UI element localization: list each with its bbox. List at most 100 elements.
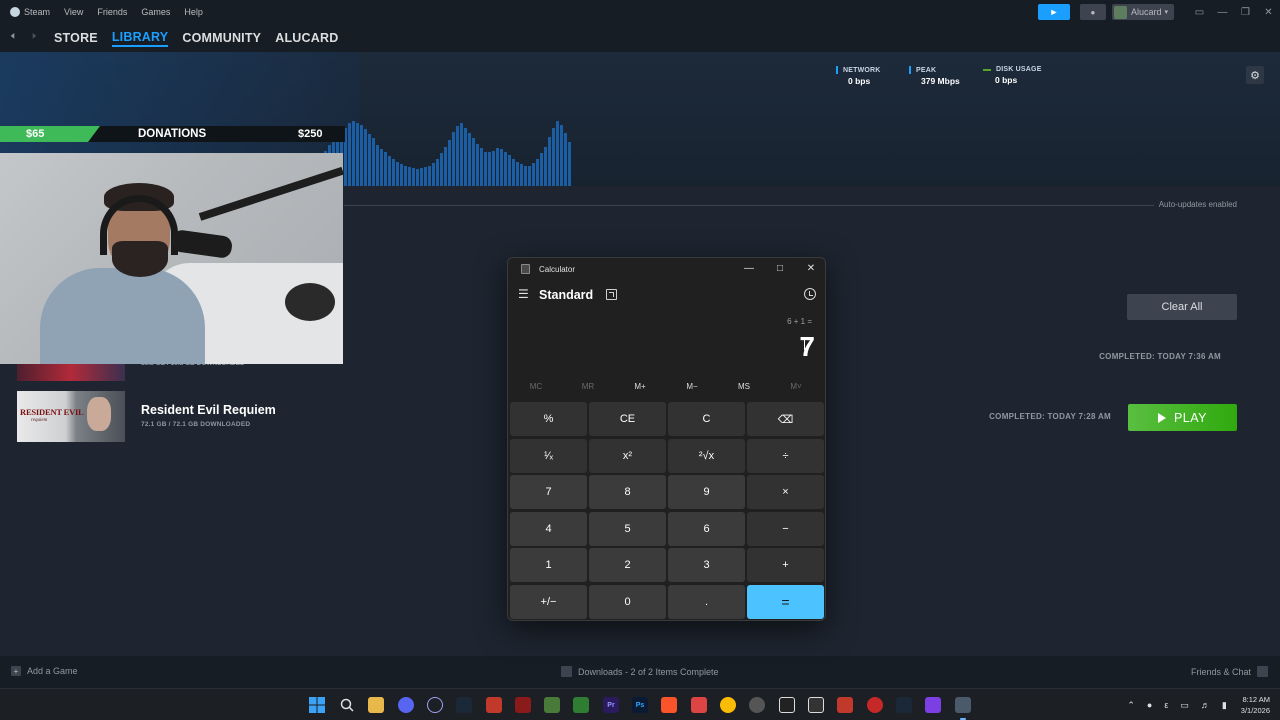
microphone-icon[interactable]: ● xyxy=(1147,700,1152,710)
keep-on-top-icon[interactable] xyxy=(606,289,617,300)
game-2-title[interactable]: Resident Evil Requiem xyxy=(141,403,276,417)
tab-library[interactable]: LIBRARY xyxy=(111,30,169,47)
graph-bar xyxy=(472,138,475,186)
settings-icon[interactable] xyxy=(749,697,765,713)
close-icon[interactable]: ✕ xyxy=(796,261,825,277)
multiply-button[interactable]: × xyxy=(747,475,824,509)
network-icon[interactable]: ▭ xyxy=(1180,700,1189,711)
friends-chat-button[interactable]: Friends & Chat xyxy=(1191,666,1268,677)
capcut-icon[interactable] xyxy=(779,697,795,713)
decimal-button[interactable]: . xyxy=(668,584,745,619)
square-root-button[interactable]: ²√x xyxy=(668,438,745,473)
digit-7-button[interactable]: 7 xyxy=(510,475,587,509)
negate-button[interactable]: +/− xyxy=(510,584,587,619)
digit-0-button[interactable]: 0 xyxy=(589,584,666,619)
app-icon-2[interactable] xyxy=(808,697,824,713)
clear-button[interactable]: C xyxy=(668,402,745,436)
menu-games[interactable]: Games xyxy=(141,7,170,17)
divide-button[interactable]: ÷ xyxy=(747,438,824,473)
graph-bar xyxy=(540,153,543,186)
memory-list-button[interactable]: M˅ xyxy=(770,382,822,391)
hamburger-menu-icon[interactable]: ☰ xyxy=(518,288,530,300)
app-icon[interactable] xyxy=(544,697,560,713)
forward-arrow-icon[interactable]: 🢒 xyxy=(32,27,46,49)
graph-bar xyxy=(452,132,455,186)
subtract-button[interactable]: − xyxy=(747,511,824,546)
discord-icon[interactable] xyxy=(398,697,414,713)
maximize-icon[interactable]: □ xyxy=(765,261,795,277)
volume-icon[interactable]: ♬ xyxy=(1201,700,1210,710)
game-launcher-icon[interactable] xyxy=(486,697,502,713)
notifications-button[interactable]: ● xyxy=(1079,4,1106,20)
calculator-taskbar-icon[interactable] xyxy=(955,697,971,713)
reciprocal-button[interactable]: ¹⁄ₓ xyxy=(510,438,587,473)
menu-help[interactable]: Help xyxy=(184,7,203,17)
menu-friends[interactable]: Friends xyxy=(97,7,127,17)
search-icon[interactable] xyxy=(339,697,355,713)
battery-icon[interactable]: ▮ xyxy=(1222,700,1227,711)
back-arrow-icon[interactable]: 🢐 xyxy=(10,27,24,49)
chrome-icon[interactable] xyxy=(720,697,736,713)
game-thumbnail-1[interactable] xyxy=(17,364,125,381)
memory-add-button[interactable]: M+ xyxy=(614,382,666,391)
text-cursor xyxy=(804,338,805,350)
history-icon[interactable] xyxy=(804,288,816,300)
announcements-button[interactable]: ► xyxy=(1037,4,1070,20)
digit-1-button[interactable]: 1 xyxy=(510,548,587,582)
memory-store-button[interactable]: MS xyxy=(718,382,770,391)
chevron-up-icon[interactable]: ⌃ xyxy=(1127,700,1135,711)
app-grid-icon[interactable] xyxy=(925,697,941,713)
game-thumbnail-2[interactable]: RESIDENT EVIL requiem xyxy=(17,391,125,442)
tab-community[interactable]: COMMUNITY xyxy=(182,31,261,45)
steam-taskbar-icon-2[interactable] xyxy=(896,697,912,713)
photos-icon[interactable] xyxy=(691,697,707,713)
menu-view[interactable]: View xyxy=(64,7,83,17)
clock[interactable]: 8:12 AM 3/1/2026 xyxy=(1241,694,1270,716)
percent-button[interactable]: % xyxy=(510,402,587,436)
digit-2-button[interactable]: 2 xyxy=(589,548,666,582)
memory-recall-button[interactable]: MR xyxy=(562,382,614,391)
windows-taskbar: Pr Ps ⌃ ● ε ▭ ♬ ▮ 8:12 AM 3/1/2026 xyxy=(0,688,1280,720)
equals-button[interactable]: = xyxy=(747,584,824,619)
play-button[interactable]: PLAY xyxy=(1128,404,1237,431)
maximize-icon[interactable]: ❐ xyxy=(1234,7,1257,18)
digit-9-button[interactable]: 9 xyxy=(668,475,745,509)
language-indicator[interactable]: ε xyxy=(1164,700,1168,710)
brave-icon[interactable] xyxy=(661,697,677,713)
digit-8-button[interactable]: 8 xyxy=(589,475,666,509)
tab-profile[interactable]: ALUCARD xyxy=(275,31,338,45)
menu-steam[interactable]: Steam xyxy=(24,7,50,17)
digit-6-button[interactable]: 6 xyxy=(668,511,745,546)
media-player-icon[interactable] xyxy=(427,697,443,713)
system-tray: ⌃ ● ε ▭ ♬ ▮ 8:12 AM 3/1/2026 xyxy=(1115,689,1280,720)
memory-clear-button[interactable]: MC xyxy=(510,382,562,391)
memory-subtract-button[interactable]: M− xyxy=(666,382,718,391)
game-launcher-icon-2[interactable] xyxy=(837,697,853,713)
square-button[interactable]: x² xyxy=(589,438,666,473)
digit-4-button[interactable]: 4 xyxy=(510,511,587,546)
minimize-icon[interactable]: — xyxy=(1211,7,1234,18)
game-icon[interactable] xyxy=(515,697,531,713)
xbox-icon[interactable] xyxy=(573,697,589,713)
downloads-status[interactable]: Downloads - 2 of 2 Items Complete xyxy=(561,666,719,677)
add-button[interactable]: + xyxy=(747,548,824,582)
tab-store[interactable]: STORE xyxy=(54,31,98,45)
user-menu-button[interactable]: Alucard ▾ xyxy=(1111,4,1174,20)
big-picture-icon[interactable]: ▭ xyxy=(1188,7,1211,18)
windows-start-icon[interactable] xyxy=(309,697,325,713)
minimize-icon[interactable]: — xyxy=(734,261,764,277)
download-settings-button[interactable]: ⚙ xyxy=(1246,66,1264,84)
add-game-button[interactable]: + Add a Game xyxy=(11,666,78,676)
photoshop-icon[interactable]: Ps xyxy=(632,697,648,713)
close-icon[interactable]: ✕ xyxy=(1257,7,1280,18)
digit-5-button[interactable]: 5 xyxy=(589,511,666,546)
backspace-button[interactable]: ⌫ xyxy=(747,402,824,436)
clear-all-button[interactable]: Clear All xyxy=(1127,294,1237,320)
file-explorer-icon[interactable] xyxy=(368,697,384,713)
clear-entry-button[interactable]: CE xyxy=(589,402,666,436)
creative-cloud-icon[interactable] xyxy=(867,697,883,713)
calculator-titlebar[interactable]: Calculator — □ ✕ xyxy=(508,258,825,280)
premiere-icon[interactable]: Pr xyxy=(603,697,619,713)
steam-taskbar-icon[interactable] xyxy=(456,697,472,713)
digit-3-button[interactable]: 3 xyxy=(668,548,745,582)
